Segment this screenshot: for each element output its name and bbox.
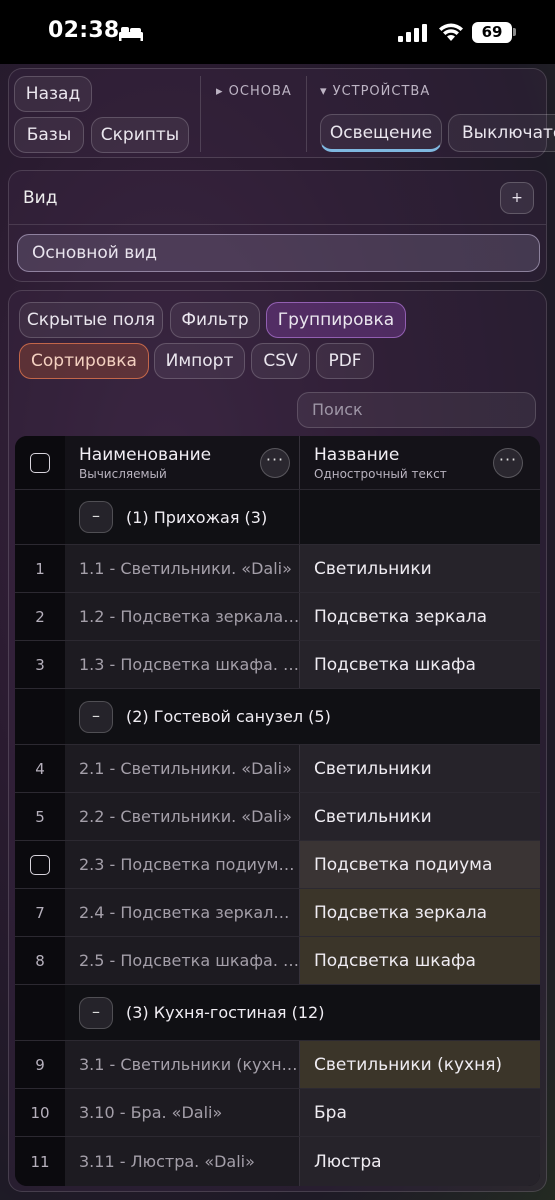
status-bar: 02:38 69 — [0, 0, 555, 64]
table-row[interactable]: 5 2.2 - Светильники. «Dali» Светильники — [15, 793, 540, 841]
sorting-button[interactable]: Сортировка — [19, 343, 149, 379]
title-cell[interactable]: Подсветка подиума — [299, 841, 540, 888]
title-cell[interactable]: Подсветка зеркала — [299, 593, 540, 640]
group-label: (2) Гостевой санузел (5) — [126, 707, 331, 726]
battery-indicator: 69 — [472, 22, 512, 43]
group-row: – (3) Кухня-гостиная (12) — [15, 985, 540, 1041]
row-select-cell — [15, 841, 65, 888]
hidden-fields-button[interactable]: Скрытые поля — [19, 302, 163, 338]
row-number: 5 — [15, 793, 65, 840]
row-checkbox[interactable] — [30, 854, 50, 875]
row-number: 3 — [15, 641, 65, 688]
records-table: Наименование Вычисляемый ··· Название Од… — [15, 436, 540, 1186]
table-row[interactable]: 10 3.10 - Бра. «Dali» Бра — [15, 1089, 540, 1137]
group-row: – (2) Гостевой санузел (5) — [15, 689, 540, 745]
computed-name-cell[interactable]: 3.1 - Светильники (кухн… — [65, 1041, 299, 1088]
group-header: – (1) Прихожая (3) — [65, 490, 299, 544]
computed-name-cell[interactable]: 3.11 - Люстра. «Dali» — [65, 1137, 299, 1186]
table-header: Наименование Вычисляемый ··· Название Од… — [15, 436, 540, 490]
column-title: Наименование — [79, 444, 212, 465]
title-cell[interactable]: Светильники — [299, 545, 540, 592]
grouping-button[interactable]: Группировка — [266, 302, 406, 338]
table-row[interactable]: 1 1.1 - Светильники. «Dali» Светильники — [15, 545, 540, 593]
bases-button[interactable]: Базы — [14, 117, 84, 153]
column-title: Название — [314, 444, 400, 465]
row-number — [15, 689, 65, 744]
tab-switches[interactable]: Выключатели — [448, 114, 555, 152]
row-number: 10 — [15, 1089, 65, 1136]
nav-divider-2 — [306, 76, 307, 152]
group-header: – (3) Кухня-гостиная (12) — [65, 985, 540, 1040]
collapse-group-button[interactable]: – — [79, 700, 113, 733]
computed-name-cell[interactable]: 2.2 - Светильники. «Dali» — [65, 793, 299, 840]
row-number: 8 — [15, 937, 65, 984]
column-type: Вычисляемый — [79, 466, 167, 481]
table-row-hovered[interactable]: 2.3 - Подсветка подиум… Подсветка подиум… — [15, 841, 540, 889]
view-title: Вид — [23, 188, 58, 208]
column-menu-button[interactable]: ··· — [493, 448, 523, 478]
group-label: (1) Прихожая (3) — [126, 507, 268, 527]
group-row: – (1) Прихожая (3) — [15, 490, 540, 545]
title-cell[interactable]: Подсветка шкафа — [299, 641, 540, 688]
add-view-button[interactable]: + — [500, 182, 534, 214]
row-number — [15, 985, 65, 1040]
column-menu-button[interactable]: ··· — [260, 448, 290, 478]
section-base-toggle[interactable]: ▸ ОСНОВА — [216, 84, 292, 99]
row-number — [15, 490, 65, 544]
tab-lighting[interactable]: Освещение — [320, 114, 442, 152]
group-empty-cell — [299, 490, 540, 544]
row-number: 11 — [15, 1137, 65, 1186]
pdf-export-button[interactable]: PDF — [316, 343, 374, 379]
title-cell[interactable]: Люстра — [299, 1137, 540, 1186]
csv-export-button[interactable]: CSV — [251, 343, 310, 379]
search-input[interactable]: Поиск — [297, 392, 536, 428]
import-button[interactable]: Импорт — [154, 343, 245, 379]
computed-name-cell[interactable]: 2.1 - Светильники. «Dali» — [65, 745, 299, 792]
computed-name-cell[interactable]: 3.10 - Бра. «Dali» — [65, 1089, 299, 1136]
view-selector[interactable]: Основной вид — [17, 234, 540, 272]
row-number: 2 — [15, 593, 65, 640]
title-cell[interactable]: Бра — [299, 1089, 540, 1136]
battery-tip — [513, 28, 516, 36]
group-label: (3) Кухня-гостиная (12) — [126, 1003, 325, 1022]
scripts-button[interactable]: Скрипты — [91, 117, 189, 153]
wifi-icon — [439, 23, 463, 41]
computed-name-cell[interactable]: 1.2 - Подсветка зеркала… — [65, 593, 299, 640]
column-type: Однострочный текст — [314, 466, 447, 481]
collapse-group-button[interactable]: – — [79, 501, 113, 533]
table-row[interactable]: 11 3.11 - Люстра. «Dali» Люстра — [15, 1137, 540, 1186]
computed-name-cell[interactable]: 1.3 - Подсветка шкафа. … — [65, 641, 299, 688]
table-row[interactable]: 4 2.1 - Светильники. «Dali» Светильники — [15, 745, 540, 793]
table-row[interactable]: 7 2.4 - Подсветка зеркал… Подсветка зерк… — [15, 889, 540, 937]
title-cell[interactable]: Светильники — [299, 793, 540, 840]
row-number: 4 — [15, 745, 65, 792]
table-row[interactable]: 3 1.3 - Подсветка шкафа. … Подсветка шка… — [15, 641, 540, 689]
computed-name-cell[interactable]: 2.4 - Подсветка зеркал… — [65, 889, 299, 936]
table-row[interactable]: 8 2.5 - Подсветка шкафа. … Подсветка шка… — [15, 937, 540, 985]
title-cell[interactable]: Подсветка шкафа — [299, 937, 540, 984]
row-number: 1 — [15, 545, 65, 592]
row-number: 9 — [15, 1041, 65, 1088]
computed-name-cell[interactable]: 1.1 - Светильники. «Dali» — [65, 545, 299, 592]
title-cell[interactable]: Подсветка зеркала — [299, 889, 540, 936]
select-all-cell — [15, 436, 65, 489]
status-time: 02:38 — [48, 18, 120, 43]
table-row[interactable]: 2 1.2 - Подсветка зеркала… Подсветка зер… — [15, 593, 540, 641]
sleep-bed-icon — [119, 27, 143, 41]
computed-name-cell[interactable]: 2.3 - Подсветка подиум… — [65, 841, 299, 888]
filter-button[interactable]: Фильтр — [170, 302, 260, 338]
collapse-group-button[interactable]: – — [79, 996, 113, 1029]
select-all-checkbox[interactable] — [30, 452, 50, 473]
title-cell[interactable]: Светильники — [299, 745, 540, 792]
nav-divider — [200, 76, 201, 152]
cellular-signal-icon — [398, 24, 427, 42]
section-devices-toggle[interactable]: ▾ УСТРОЙСТВА — [320, 84, 430, 99]
view-divider — [9, 224, 546, 225]
title-cell[interactable]: Светильники (кухня) — [299, 1041, 540, 1088]
table-row[interactable]: 9 3.1 - Светильники (кухн… Светильники (… — [15, 1041, 540, 1089]
back-button[interactable]: Назад — [14, 76, 92, 112]
computed-name-cell[interactable]: 2.5 - Подсветка шкафа. … — [65, 937, 299, 984]
group-header: – (2) Гостевой санузел (5) — [65, 689, 540, 744]
row-number: 7 — [15, 889, 65, 936]
